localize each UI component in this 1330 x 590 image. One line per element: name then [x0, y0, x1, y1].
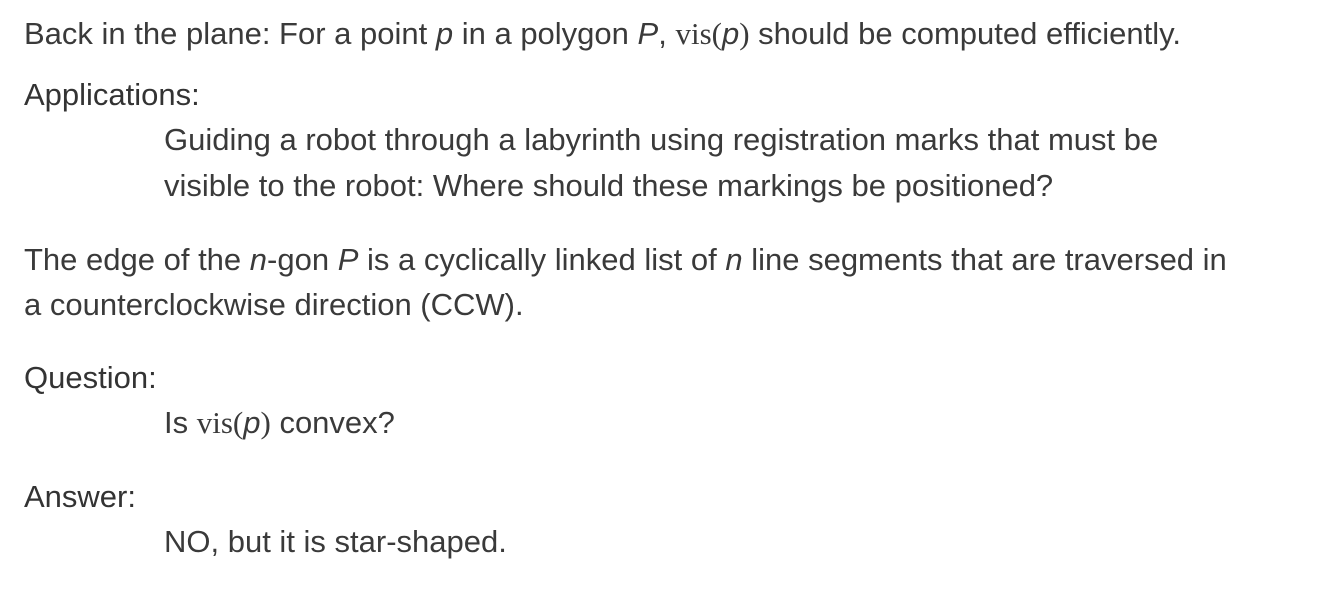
intro-text-b: in a polygon: [453, 16, 638, 51]
variable-p: p: [435, 16, 454, 51]
edge-line-2: a counterclockwise direction (CCW).: [24, 287, 524, 322]
applications-line-1: Guiding a robot through a labyrinth usin…: [164, 122, 1159, 157]
question-text: Is vis(p) convex?: [164, 407, 395, 438]
intro-text-d: should be computed efficiently.: [749, 16, 1181, 51]
edge-text-d: line segments that are traversed in: [742, 242, 1227, 277]
question-text-a: Is: [164, 405, 197, 440]
variable-n: n: [249, 242, 268, 277]
answer-heading: Answer:: [24, 479, 136, 514]
question-heading: Question:: [24, 360, 157, 395]
function-vis: vis: [675, 16, 712, 51]
edge-text-a: The edge of the: [24, 242, 250, 277]
intro-text-a: Back in the plane: For a point: [24, 16, 436, 51]
edge-text-b: -gon: [267, 242, 338, 277]
question-text-b: convex?: [270, 405, 395, 440]
applications-line-2: visible to the robot: Where should these…: [164, 168, 1054, 203]
applications-heading: Applications:: [24, 77, 200, 112]
variable-P: P: [337, 242, 359, 277]
variable-n-2: n: [725, 242, 743, 277]
variable-p: p: [243, 405, 261, 440]
paren-open: (: [711, 16, 722, 51]
paren-close: ): [260, 405, 271, 440]
intro-text-c: ,: [658, 16, 676, 51]
edge-line-1: The edge of the n-gon P is a cyclically …: [24, 244, 1227, 275]
paren-open: (: [232, 405, 244, 440]
edge-text-c: is a cyclically linked list of: [358, 242, 726, 277]
paren-close: ): [739, 16, 750, 51]
intro-line: Back in the plane: For a point p in a po…: [24, 18, 1181, 49]
function-vis: vis: [196, 405, 233, 440]
variable-p-arg: p: [721, 16, 740, 51]
variable-P: P: [637, 16, 659, 51]
answer-text: NO, but it is star-shaped.: [164, 524, 507, 559]
